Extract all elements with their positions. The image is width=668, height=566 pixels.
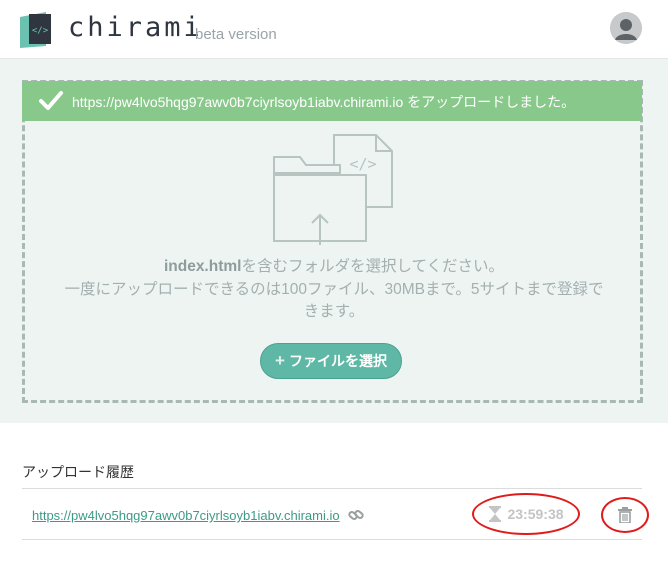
limits-line-1: 一度にアップロードできるのは100ファイル、30MBまで。5サイトまで登録で — [64, 281, 604, 298]
plus-icon: + — [275, 351, 285, 370]
app-header: </> chirami beta version — [0, 0, 668, 59]
svg-text:</>: </> — [349, 155, 376, 173]
divider — [22, 539, 642, 540]
hourglass-icon — [489, 506, 502, 522]
upload-instruction: index.htmlを含むフォルダを選択してください。 — [44, 256, 624, 278]
brand-subtitle: beta version — [195, 26, 277, 43]
remaining-time: 23:59:38 — [472, 493, 580, 535]
select-files-label: ファイルを選択 — [288, 353, 387, 369]
success-message: https://pw4lvo5hqg97awv0b7ciyrlsoyb1iabv… — [72, 94, 576, 110]
instruction-text: を含むフォルダを選択してください。 — [241, 258, 505, 275]
history-site-link[interactable]: https://pw4lvo5hqg97awv0b7ciyrlsoyb1iabv… — [32, 508, 340, 523]
folder-upload-icon: </> — [273, 134, 393, 245]
upload-section: https://pw4lvo5hqg97awv0b7ciyrlsoyb1iabv… — [0, 59, 668, 423]
svg-text:</>: </> — [32, 26, 49, 36]
divider — [22, 488, 642, 489]
upload-history-title: アップロード履歴 — [22, 464, 134, 480]
limits-line-2: きます。 — [303, 303, 365, 320]
select-files-button[interactable]: + ファイルを選択 — [260, 343, 402, 379]
check-icon — [39, 91, 63, 110]
link-icon[interactable] — [347, 506, 365, 524]
delete-button[interactable] — [601, 497, 649, 533]
upload-limits: 一度にアップロードできるのは100ファイル、30MBまで。5サイトまで登録で き… — [44, 279, 624, 323]
remaining-time-value: 23:59:38 — [507, 506, 564, 522]
chirami-logo-icon: </> — [20, 12, 51, 48]
user-avatar-icon[interactable] — [610, 12, 642, 44]
brand-name: chirami — [68, 12, 203, 43]
user-silhouette-icon — [610, 12, 642, 44]
trash-icon — [618, 507, 632, 523]
upload-success-notice: https://pw4lvo5hqg97awv0b7ciyrlsoyb1iabv… — [22, 81, 642, 121]
instruction-filename: index.html — [163, 258, 242, 275]
